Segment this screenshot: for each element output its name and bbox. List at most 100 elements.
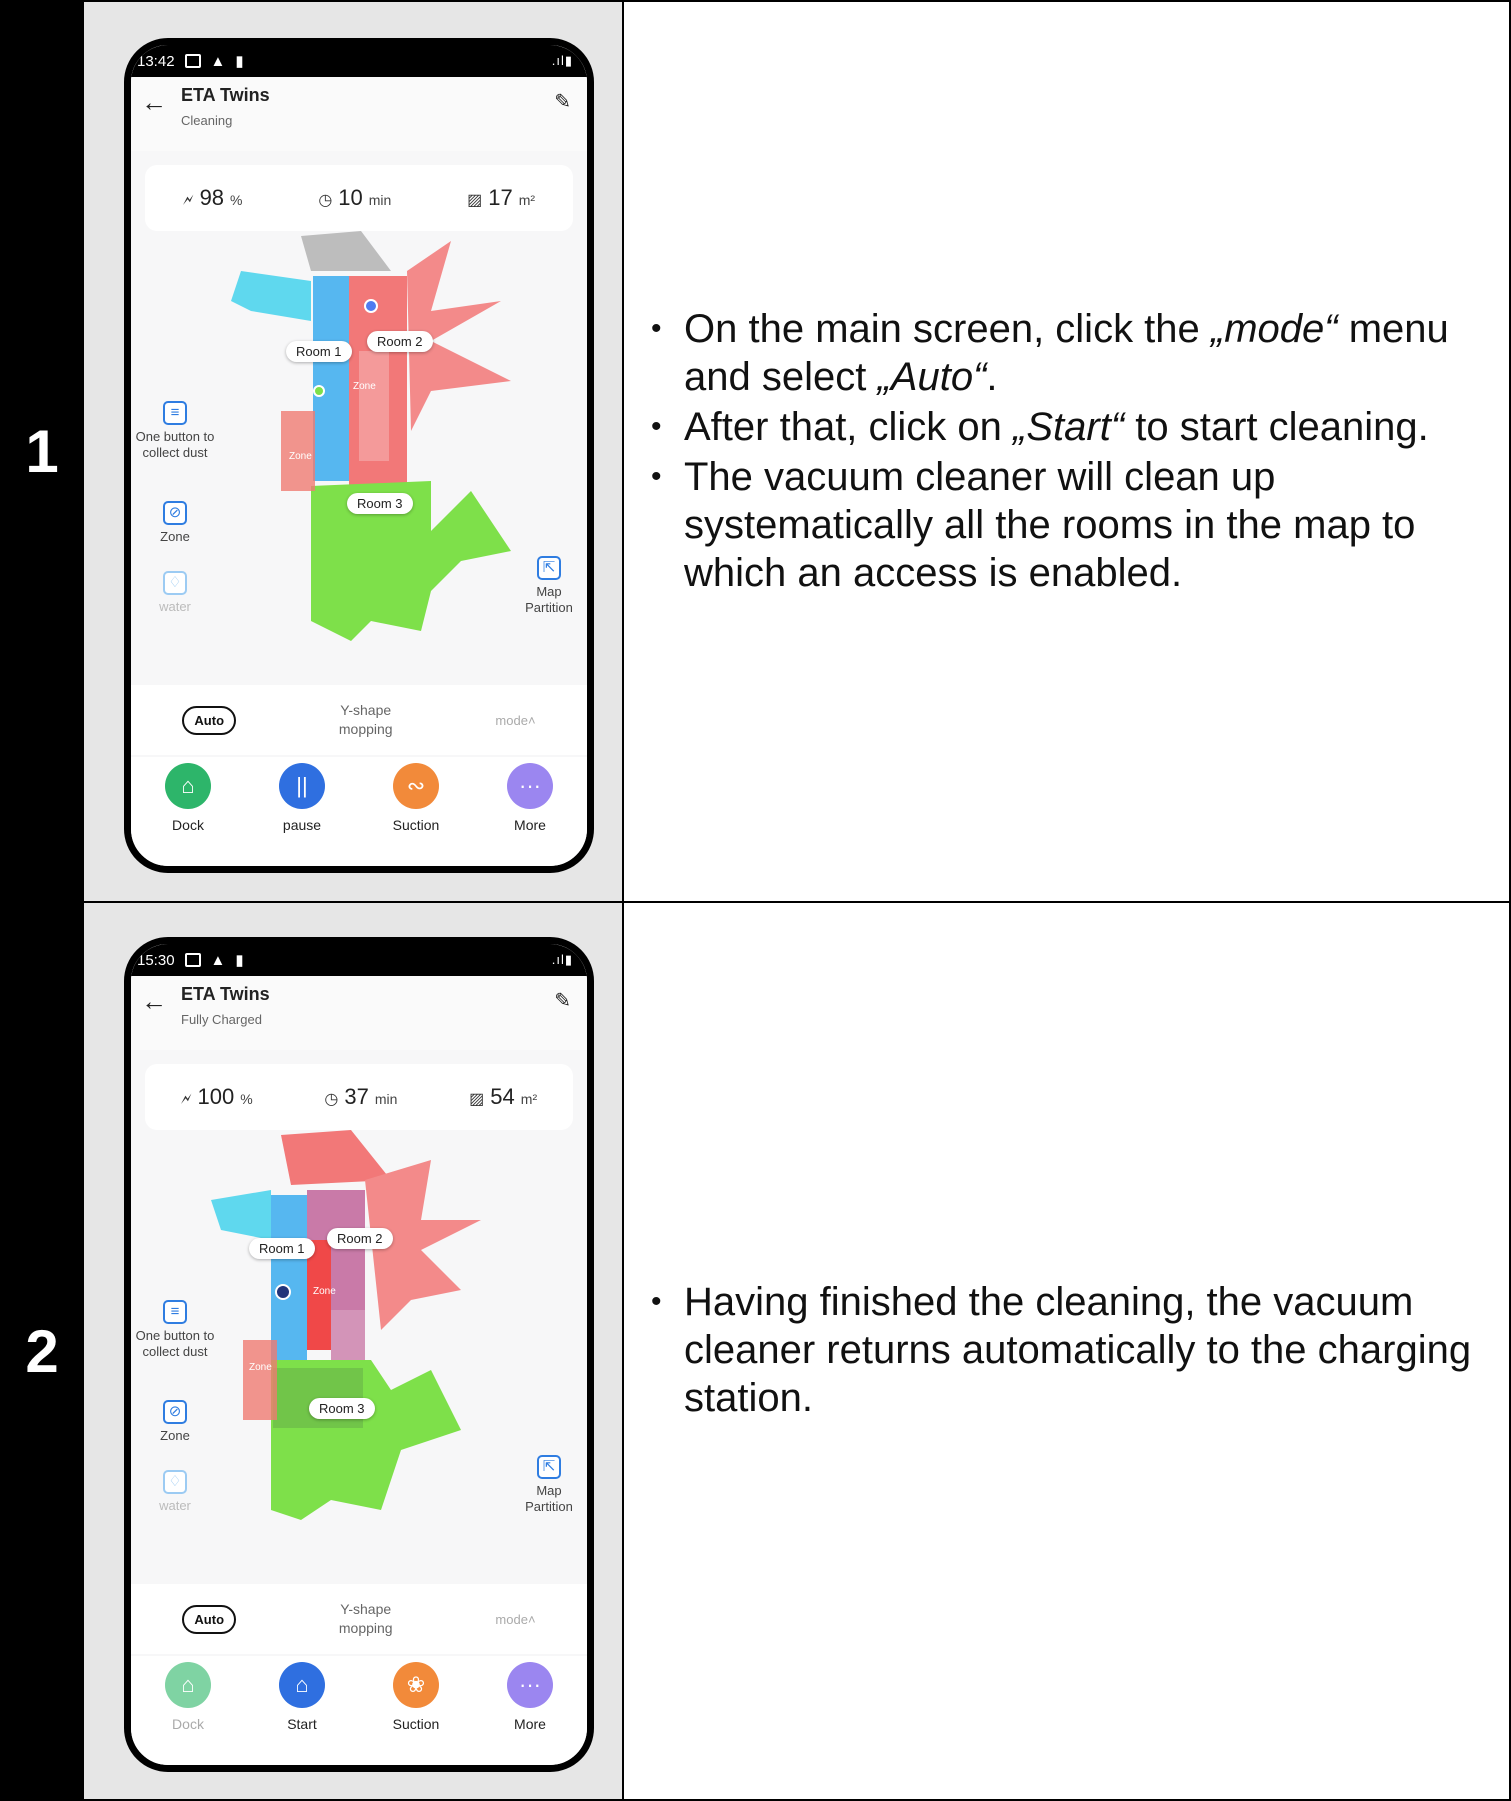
water-drop-icon: ♢: [163, 571, 187, 595]
action-bar: ⌂ Dock || pause ∾ Suction ··· More: [131, 757, 587, 866]
phone-screenshot: 13:42 ▲ ▮ .ıl▮ ← ETA Twins Cleaning ✎ 🗲 98%…: [124, 38, 594, 873]
back-arrow-icon[interactable]: ←: [141, 87, 167, 118]
water-button[interactable]: ♢ water: [131, 1470, 219, 1514]
device-status: Fully Charged: [181, 1012, 262, 1027]
screenshot-cell: 15:30 ▲ ▮ .ıl▮ ← ETA Twins Fully Charged ✎…: [82, 901, 624, 1801]
status-bar: 13:42 ▲ ▮ .ıl▮: [131, 45, 587, 77]
area-stat: ▨ 54 m²: [469, 1084, 538, 1109]
dustbin-icon: ≡: [163, 1300, 187, 1324]
battery-stat: 🗲 100%: [180, 1084, 253, 1109]
dock-button[interactable]: ⌂ Dock: [143, 763, 233, 833]
cleaning-map[interactable]: Room 1 Room 2 Room 3 Zone Zone ≡ One butt…: [131, 231, 587, 661]
stats-card: 🗲 100% ◷ 37 min ▨ 54 m²: [145, 1064, 573, 1130]
gallery-icon: [184, 54, 201, 68]
suction-button[interactable]: ∾ Suction: [371, 763, 461, 833]
zone-button[interactable]: ⊘ Zone: [131, 1400, 219, 1444]
more-icon: ···: [507, 1662, 553, 1708]
mode-bar: Auto Y-shape mopping mode˄: [131, 685, 587, 755]
stats-card: 🗲 98% ◷ 10 min ▨ 17 m²: [145, 165, 573, 231]
start-button[interactable]: ⌂ Start: [257, 1662, 347, 1732]
phone-screenshot: 15:30 ▲ ▮ .ıl▮ ← ETA Twins Fully Charged ✎…: [124, 937, 594, 1772]
instruction-table: 1 13:42 ▲ ▮ .ıl▮ ← ETA Twins Cleaning ✎ 🗲 9…: [0, 0, 1511, 1801]
zone-icon: ⊘: [163, 501, 187, 525]
collect-dust-button[interactable]: ≡ One button to collect dust: [131, 1300, 219, 1360]
device-title: ETA Twins: [181, 85, 270, 105]
fan-icon: ❀: [393, 1662, 439, 1708]
instruction-text: Having finished the cleaning, the vacuum…: [622, 901, 1511, 1801]
edit-icon[interactable]: ✎: [554, 988, 571, 1013]
mode-menu[interactable]: mode˄: [495, 713, 535, 728]
battery-status-icon: ▮: [235, 53, 244, 70]
pause-button[interactable]: || pause: [257, 763, 347, 833]
device-status: Cleaning: [181, 113, 233, 128]
battery-status-icon: ▮: [235, 952, 244, 969]
pause-icon: ||: [279, 763, 325, 809]
instruction-list: On the main screen, click the „mode“ men…: [624, 305, 1509, 597]
time-stat: ◷ 37 min: [324, 1084, 398, 1109]
room-label[interactable]: Room 2: [367, 331, 433, 352]
clock-icon: ◷: [324, 1091, 339, 1108]
edit-icon[interactable]: ✎: [554, 89, 571, 114]
water-button[interactable]: ♢ water: [131, 571, 219, 615]
zone-icon: ⊘: [163, 1400, 187, 1424]
map-partition-button[interactable]: ⇱ Map Partition: [521, 1455, 577, 1515]
dock-icon: ⌂: [165, 1662, 211, 1708]
instruction-item: On the main screen, click the „mode“ men…: [651, 305, 1489, 401]
clock: 13:42: [137, 52, 175, 70]
notification-icon: ▲: [210, 951, 226, 969]
room-label[interactable]: Room 1: [286, 341, 352, 362]
zone-label: Zone: [313, 1286, 336, 1297]
gallery-icon: [184, 953, 201, 967]
more-button[interactable]: ··· More: [485, 763, 575, 833]
room-label[interactable]: Room 3: [309, 1398, 375, 1419]
app-bar: ← ETA Twins Cleaning ✎: [131, 77, 587, 151]
y-shape-mopping-button[interactable]: Y-shape mopping: [339, 701, 393, 739]
area-stat: ▨ 17 m²: [467, 185, 536, 210]
map-partition-icon: ⇱: [537, 1455, 561, 1479]
time-stat: ◷ 10 min: [318, 185, 392, 210]
broom-icon: ⌂: [279, 1662, 325, 1708]
room-label[interactable]: Room 3: [347, 493, 413, 514]
clock: 15:30: [137, 951, 175, 969]
more-icon: ···: [507, 763, 553, 809]
dock-icon: ⌂: [165, 763, 211, 809]
zone-button[interactable]: ⊘ Zone: [131, 501, 219, 545]
instruction-list: Having finished the cleaning, the vacuum…: [624, 1278, 1509, 1422]
room-label[interactable]: Room 2: [327, 1228, 393, 1249]
dustbin-icon: ≡: [163, 401, 187, 425]
collect-dust-button[interactable]: ≡ One button to collect dust: [131, 401, 219, 461]
cleaning-map[interactable]: Room 1 Room 2 Room 3 Zone Zone ≡ One butt…: [131, 1130, 587, 1560]
y-shape-mopping-button[interactable]: Y-shape mopping: [339, 1600, 393, 1638]
zone-label: Zone: [289, 451, 312, 462]
suction-icon: ∾: [393, 763, 439, 809]
battery-icon: 🗲: [182, 192, 194, 209]
area-icon: ▨: [469, 1091, 485, 1108]
more-button[interactable]: ··· More: [485, 1662, 575, 1732]
step-number: 2: [0, 901, 84, 1801]
suction-button[interactable]: ❀ Suction: [371, 1662, 461, 1732]
zone-label: Zone: [353, 381, 376, 392]
mode-menu[interactable]: mode˄: [495, 1612, 535, 1627]
step-number: 1: [0, 0, 84, 903]
device-title: ETA Twins: [181, 984, 270, 1004]
screenshot-cell: 13:42 ▲ ▮ .ıl▮ ← ETA Twins Cleaning ✎ 🗲 98%…: [82, 0, 624, 903]
mode-bar: Auto Y-shape mopping mode˄: [131, 1584, 587, 1654]
battery-icon: 🗲: [180, 1091, 192, 1108]
signal-icon: .ıl▮: [551, 952, 573, 967]
back-arrow-icon[interactable]: ←: [141, 986, 167, 1017]
dock-button[interactable]: ⌂ Dock: [143, 1662, 233, 1732]
action-bar: ⌂ Dock ⌂ Start ❀ Suction ··· More: [131, 1656, 587, 1765]
status-bar: 15:30 ▲ ▮ .ıl▮: [131, 944, 587, 976]
area-icon: ▨: [467, 192, 483, 209]
room-label[interactable]: Room 1: [249, 1238, 315, 1259]
water-drop-icon: ♢: [163, 1470, 187, 1494]
auto-mode-button[interactable]: Auto: [182, 1604, 237, 1634]
notification-icon: ▲: [210, 52, 226, 70]
zone-label: Zone: [249, 1362, 272, 1373]
step-row-2: 2 15:30 ▲ ▮ .ıl▮ ← ETA Twins Fully Charged…: [0, 901, 1511, 1801]
instruction-text: On the main screen, click the „mode“ men…: [622, 0, 1511, 903]
instruction-item: The vacuum cleaner will clean up systema…: [651, 453, 1489, 597]
app-bar: ← ETA Twins Fully Charged ✎: [131, 976, 587, 1050]
auto-mode-button[interactable]: Auto: [182, 705, 237, 735]
map-partition-button[interactable]: ⇱ Map Partition: [521, 556, 577, 616]
